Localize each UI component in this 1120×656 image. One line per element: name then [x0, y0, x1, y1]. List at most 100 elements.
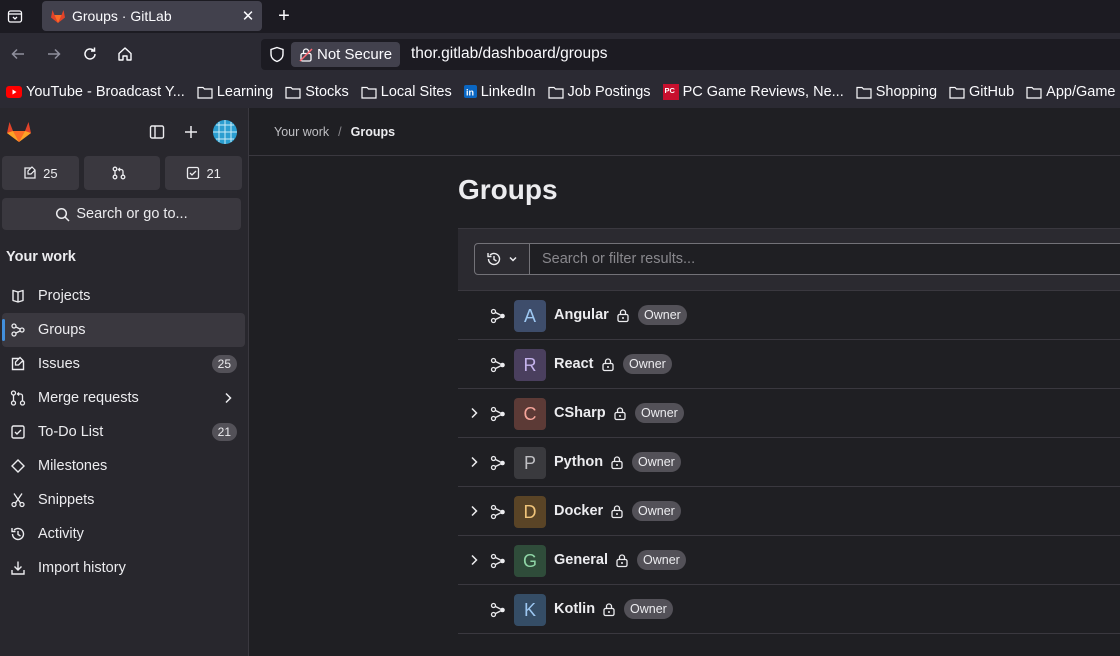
new-tab-icon[interactable]: + [272, 5, 296, 27]
group-row-csharp[interactable]: C CSharp Owner [458, 389, 1120, 438]
breadcrumb-your-work[interactable]: Your work [274, 125, 329, 139]
milestone-icon [11, 459, 25, 473]
bookmark-learning[interactable]: Learning [197, 84, 273, 100]
issues-count: 25 [43, 165, 58, 181]
forward-icon[interactable] [42, 42, 66, 66]
group-name[interactable]: Angular [554, 307, 609, 323]
group-avatar-letter: C [523, 403, 537, 424]
bookmark-label: LinkedIn [480, 83, 536, 100]
reload-icon[interactable] [78, 42, 102, 66]
bookmark-local-sites[interactable]: Local Sites [361, 84, 452, 100]
recent-searches-button[interactable] [474, 243, 530, 275]
subgroup-icon [490, 406, 505, 422]
bookmark-pc-gamer[interactable]: PC PC Game Reviews, Ne... [662, 83, 844, 100]
issues-badge: 25 [211, 355, 237, 373]
sidebar-item-label: Merge requests [38, 390, 139, 406]
not-secure-indicator[interactable]: Not Secure [291, 42, 401, 67]
bookmark-job-postings[interactable]: Job Postings [547, 84, 651, 100]
group-name[interactable]: General [554, 552, 608, 568]
role-badge: Owner [632, 452, 681, 472]
sidebar-item-activity[interactable]: Activity [2, 517, 245, 551]
bookmark-youtube[interactable]: YouTube - Broadcast Y... [6, 84, 185, 100]
group-avatar[interactable]: A [514, 300, 546, 332]
svg-text:in: in [466, 88, 474, 98]
todos-counter[interactable]: 21 [165, 156, 243, 190]
bookmark-linkedin[interactable]: in LinkedIn [463, 83, 536, 100]
shield-icon[interactable] [269, 46, 285, 63]
bookmark-app-game[interactable]: App/Game [1026, 84, 1115, 100]
sidebar-item-projects[interactable]: Projects [2, 279, 245, 313]
sidebar-item-groups[interactable]: Groups [2, 313, 245, 347]
group-avatar[interactable]: P [514, 447, 546, 479]
group-row-general[interactable]: G General Owner [458, 536, 1120, 585]
issues-icon [11, 356, 25, 371]
sidebar-item-merge-requests[interactable]: Merge requests [2, 381, 245, 415]
chevron-right-icon[interactable] [469, 504, 479, 518]
gitlab-favicon-icon [51, 10, 65, 23]
sidebar-item-label: Activity [38, 526, 84, 542]
sidebar-item-milestones[interactable]: Milestones [2, 449, 245, 483]
group-row-react[interactable]: R React Owner [458, 340, 1120, 389]
browser-tab[interactable]: Groups · GitLab ✕ [42, 1, 262, 31]
sidebar-item-todo-list[interactable]: To-Do List 21 [2, 415, 245, 449]
sidebar-item-import-history[interactable]: Import history [2, 551, 245, 585]
home-icon[interactable] [113, 42, 137, 66]
url-bar[interactable]: Not Secure thor.gitlab/dashboard/groups [261, 39, 1120, 70]
bookmark-label: Stocks [305, 83, 349, 100]
group-avatar-letter: D [523, 501, 537, 522]
user-avatar[interactable] [213, 120, 237, 144]
todo-icon [11, 425, 25, 439]
merge-requests-counter[interactable] [83, 156, 161, 190]
back-icon[interactable] [6, 42, 30, 66]
bookmark-shopping[interactable]: Shopping [856, 84, 937, 100]
chevron-right-icon[interactable] [469, 553, 479, 567]
close-tab-icon[interactable]: ✕ [236, 4, 260, 28]
insecure-lock-icon [299, 48, 313, 62]
group-row-python[interactable]: P Python Owner [458, 438, 1120, 487]
subgroup-icon [490, 308, 505, 324]
group-row-angular[interactable]: A Angular Owner [458, 291, 1120, 340]
group-avatar[interactable]: R [514, 349, 546, 381]
group-name[interactable]: Docker [554, 503, 603, 519]
group-name[interactable]: CSharp [554, 405, 606, 421]
bookmark-label: YouTube - Broadcast Y... [26, 83, 185, 100]
youtube-icon [6, 85, 22, 98]
private-lock-icon [614, 407, 626, 421]
group-avatar[interactable]: G [514, 545, 546, 577]
search-button[interactable]: Search or go to... [2, 198, 241, 230]
sidebar-item-label: Issues [38, 356, 80, 372]
snippet-icon [11, 493, 25, 508]
group-avatar[interactable]: C [514, 398, 546, 430]
assigned-issues-counter[interactable]: 25 [2, 156, 79, 190]
bookmark-stocks[interactable]: Stocks [285, 84, 349, 100]
url-text[interactable]: thor.gitlab/dashboard/groups [411, 45, 607, 63]
create-new-icon[interactable] [179, 120, 203, 144]
sidebar-item-issues[interactable]: Issues 25 [2, 347, 245, 381]
group-name[interactable]: Python [554, 454, 603, 470]
group-avatar-letter: K [523, 599, 536, 620]
group-avatar[interactable]: D [514, 496, 546, 528]
not-secure-label: Not Secure [317, 46, 393, 63]
group-name[interactable]: React [554, 356, 594, 372]
breadcrumb-separator: / [338, 124, 342, 139]
group-row-docker[interactable]: D Docker Owner [458, 487, 1120, 536]
group-name[interactable]: Kotlin [554, 601, 595, 617]
breadcrumb-groups[interactable]: Groups [351, 125, 395, 139]
todos-count: 21 [206, 165, 221, 181]
private-lock-icon [611, 456, 623, 470]
private-lock-icon [603, 603, 615, 617]
group-row-kotlin[interactable]: K Kotlin Owner [458, 585, 1120, 634]
bookmark-label: Learning [216, 83, 274, 100]
chevron-right-icon[interactable] [469, 455, 479, 469]
tab-list-icon[interactable] [4, 6, 26, 26]
chevron-right-icon[interactable] [469, 406, 479, 420]
group-avatar[interactable]: K [514, 594, 546, 626]
search-icon [56, 207, 70, 222]
toggle-sidebar-icon[interactable] [145, 120, 169, 144]
sidebar-item-snippets[interactable]: Snippets [2, 483, 245, 517]
role-badge: Owner [638, 305, 687, 325]
bookmark-github[interactable]: GitHub [949, 84, 1014, 100]
sidebar-item-label: Groups [38, 322, 86, 338]
gitlab-logo-icon[interactable] [6, 119, 32, 143]
filter-search-input[interactable]: Search or filter results... [530, 243, 1120, 275]
